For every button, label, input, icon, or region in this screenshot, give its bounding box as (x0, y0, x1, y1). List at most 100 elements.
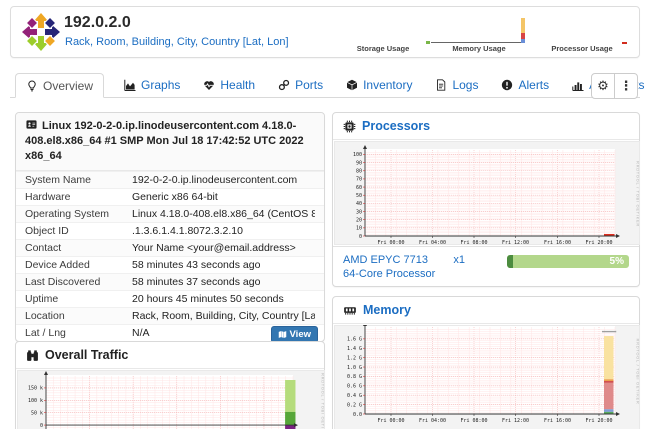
row-value: Rack, Room, Building, City, Country [Lat… (132, 310, 315, 323)
svg-text:RRDTOOL / TOBI OETIKER: RRDTOOL / TOBI OETIKER (636, 161, 641, 227)
row-label: Hardware (25, 191, 132, 204)
svg-text:Fri 20:00: Fri 20:00 (585, 240, 612, 245)
table-row: Operating SystemLinux 4.18.0-408.el8.x86… (16, 205, 324, 222)
device-overview-page: 192.0.2.0 Rack, Room, Building, City, Co… (0, 0, 650, 429)
tab-alerts[interactable]: Alerts (498, 73, 552, 97)
address-card-icon (25, 119, 38, 130)
kebab-menu-icon: ⋮ (620, 78, 633, 94)
processors-title: Processors (362, 119, 430, 133)
cpu-usage-percent: 5% (610, 255, 624, 268)
cpu-usage-bar: 5% (507, 255, 629, 268)
cpu-model-detail: 64-Core Processor (343, 267, 435, 281)
processors-header[interactable]: Processors (333, 113, 639, 140)
tab-health[interactable]: Health (200, 73, 258, 97)
svg-text:100 k: 100 k (28, 398, 43, 404)
svg-text:0: 0 (359, 234, 362, 240)
overall-traffic-graph[interactable]: 150 k100 k50 k0RRDTOOL / TOBI OETIKER (17, 370, 325, 429)
cpu-count: x1 (453, 253, 465, 267)
svg-text:1.2 G: 1.2 G (347, 355, 362, 361)
memory-icon (343, 304, 357, 317)
view-button-label: View (290, 328, 311, 341)
svg-text:Fri 00:00: Fri 00:00 (377, 240, 404, 245)
svg-text:100: 100 (353, 152, 362, 158)
svg-text:150 k: 150 k (28, 386, 43, 392)
svg-text:90: 90 (356, 160, 362, 166)
processor-list-row: AMD EPYC 7713 64-Core Processor x1 5% (333, 246, 639, 287)
svg-text:40: 40 (356, 201, 362, 207)
svg-text:0: 0 (40, 423, 43, 429)
lightbulb-icon (26, 80, 38, 92)
map-icon (278, 330, 287, 339)
table-row: ContactYour Name <your@email.address> (16, 239, 324, 256)
processors-graph[interactable]: 0102030405060708090100Fri 00:00Fri 04:00… (334, 141, 640, 245)
area-chart-icon (124, 79, 136, 91)
svg-text:Fri 12:00: Fri 12:00 (502, 240, 529, 245)
svg-text:1.0 G: 1.0 G (347, 365, 362, 371)
tab-health-label: Health (220, 78, 255, 92)
table-row: Device Added58 minutes 43 seconds ago (16, 256, 324, 273)
system-info-panel: Linux 192-0-2-0.ip.linodeusercontent.com… (15, 112, 325, 342)
cpu-model: AMD EPYC 7713 (343, 253, 435, 267)
svg-text:RRDTOOL / TOBI OETIKER: RRDTOOL / TOBI OETIKER (636, 339, 641, 405)
centos-logo-icon (21, 12, 61, 52)
processor-usage-label: Processor Usage (537, 44, 627, 53)
tab-overview[interactable]: Overview (15, 73, 104, 98)
table-row: Uptime20 hours 45 minutes 50 seconds (16, 290, 324, 307)
row-label: Lat / Lng (25, 327, 132, 340)
table-row: Last Discovered58 minutes 37 seconds ago (16, 273, 324, 290)
svg-text:Fri 20:00: Fri 20:00 (585, 418, 612, 424)
row-value: 20 hours 45 minutes 50 seconds (132, 293, 315, 306)
memory-graph[interactable]: 0.00.2 G0.4 G0.6 G0.8 G1.0 G1.2 G1.4 G1.… (334, 325, 640, 429)
table-row: LocationRack, Room, Building, City, Coun… (16, 307, 324, 324)
overall-traffic-panel: Overall Traffic 150 k100 k50 k0RRDTOOL /… (15, 341, 325, 429)
svg-text:Fri 16:00: Fri 16:00 (544, 240, 571, 245)
device-header-panel: 192.0.2.0 Rack, Room, Building, City, Co… (10, 6, 640, 58)
processors-panel: Processors 0102030405060708090100Fri 00:… (332, 112, 640, 287)
memory-minigraph-baseline (431, 42, 525, 43)
table-row: HardwareGeneric x86 64-bit (16, 188, 324, 205)
settings-gear-button[interactable]: ⚙ (592, 74, 614, 98)
svg-text:0.2 G: 0.2 G (347, 402, 362, 408)
tab-inventory-label: Inventory (363, 78, 412, 92)
overall-traffic-title: Overall Traffic (45, 348, 128, 362)
tab-inventory[interactable]: Inventory (343, 73, 415, 97)
row-value: 58 minutes 37 seconds ago (132, 276, 315, 289)
memory-minigraph-spike-blue (521, 39, 525, 43)
binoculars-icon (26, 349, 39, 362)
row-value: .1.3.6.1.4.1.8072.3.2.10 (132, 225, 315, 238)
storage-usage-label: Storage Usage (338, 44, 428, 53)
svg-text:20: 20 (356, 217, 362, 223)
svg-text:Fri 08:00: Fri 08:00 (460, 418, 487, 424)
tab-graphs[interactable]: Graphs (121, 73, 183, 97)
svg-text:0.6 G: 0.6 G (347, 384, 362, 390)
table-row-latlng: Lat / Lng N/A View (16, 324, 324, 341)
microchip-icon (343, 120, 356, 133)
svg-text:80: 80 (356, 169, 362, 175)
cpu-link[interactable]: AMD EPYC 7713 64-Core Processor (343, 253, 435, 281)
row-value: 58 minutes 43 seconds ago (132, 259, 315, 272)
row-label: Uptime (25, 293, 132, 306)
tab-alerts-label: Alerts (518, 78, 549, 92)
svg-text:0.0: 0.0 (353, 412, 362, 418)
row-value: Generic x86 64-bit (132, 191, 315, 204)
tab-logs[interactable]: Logs (432, 73, 481, 97)
tab-ports[interactable]: Ports (275, 73, 326, 97)
svg-text:Fri 04:00: Fri 04:00 (419, 240, 446, 245)
device-location-link[interactable]: Rack, Room, Building, City, Country [Lat… (65, 36, 289, 48)
memory-header[interactable]: Memory (333, 297, 639, 324)
svg-text:1.6 G: 1.6 G (347, 337, 362, 343)
svg-text:Fri 16:00: Fri 16:00 (544, 418, 571, 424)
svg-text:50 k: 50 k (31, 410, 43, 416)
svg-text:70: 70 (356, 177, 362, 183)
memory-usage-label: Memory Usage (434, 44, 524, 53)
alert-circle-icon (501, 79, 513, 91)
row-label: Last Discovered (25, 276, 132, 289)
svg-text:60: 60 (356, 185, 362, 191)
overall-traffic-header: Overall Traffic (16, 342, 324, 369)
tab-ports-label: Ports (295, 78, 323, 92)
svg-text:10: 10 (356, 226, 362, 232)
row-label: Device Added (25, 259, 132, 272)
svg-text:Fri 00:00: Fri 00:00 (377, 418, 404, 424)
more-options-button[interactable]: ⋮ (614, 74, 637, 98)
tab-overview-label: Overview (43, 79, 93, 93)
